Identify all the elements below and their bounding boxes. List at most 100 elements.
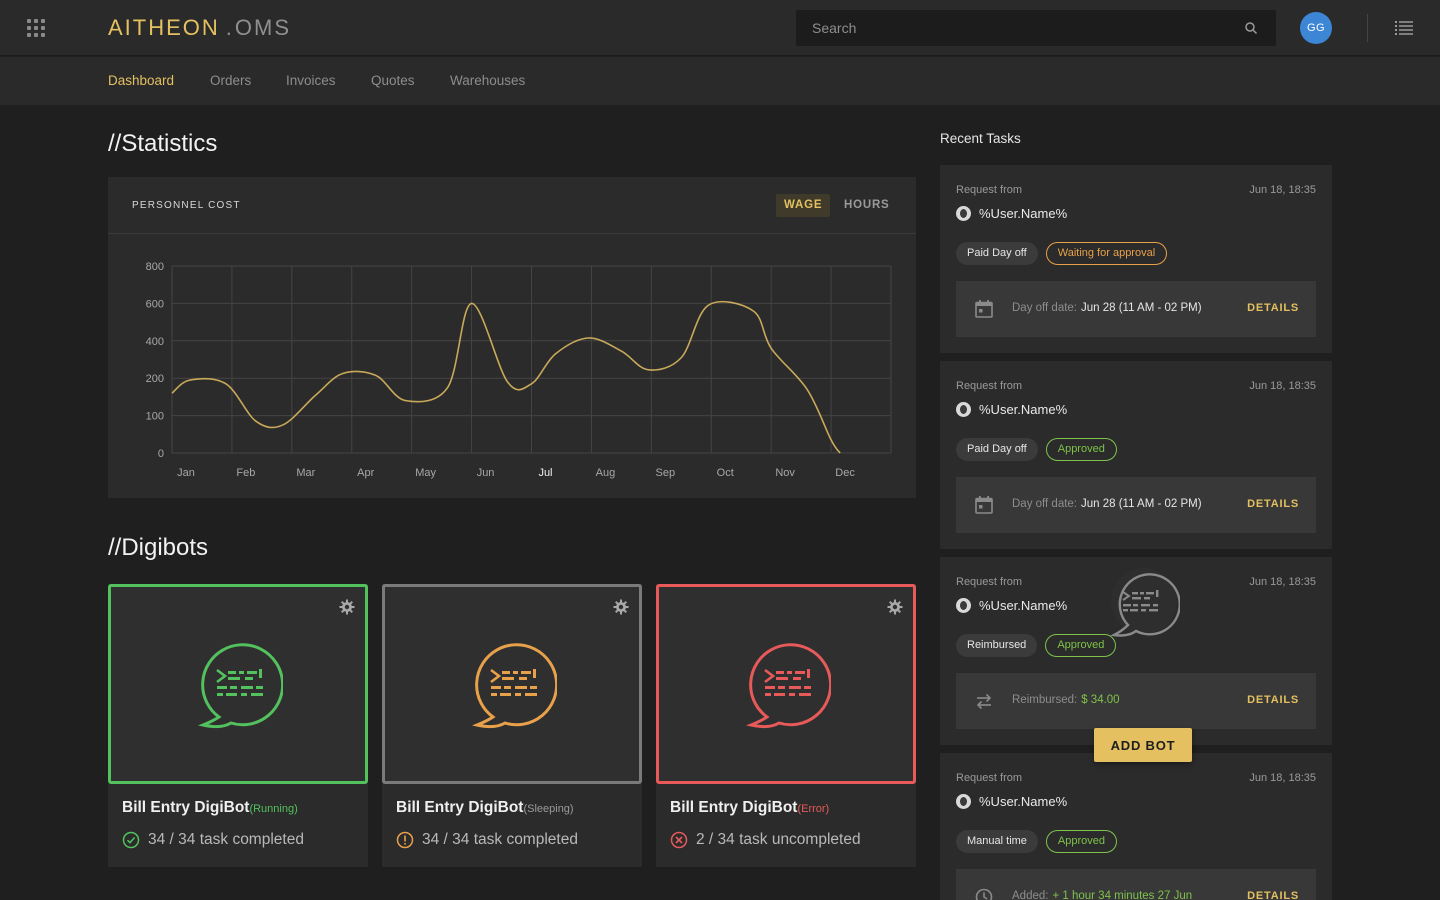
task-detail: Day off date: Jun 28 (11 AM - 02 PM) DETA… [956,281,1316,337]
bot-frame [108,584,368,784]
gear-icon[interactable] [339,599,355,615]
user-avatar [956,598,971,613]
hours-toggle[interactable]: HOURS [836,194,898,217]
digibot-card-running[interactable]: Bill Entry DigiBot(Running) 34 / 34 task… [108,584,368,867]
add-bot-button[interactable]: ADD BOT [1094,728,1192,762]
wage-toggle[interactable]: WAGE [776,194,831,217]
header-divider [1367,14,1368,42]
user-avatar [956,794,971,809]
check-circle-icon [122,831,140,849]
user-name: %User.Name% [979,402,1068,417]
task-time: Jun 18, 18:35 [1249,576,1316,588]
task-type-badge: Manual time [956,830,1038,853]
task-user[interactable]: %User.Name% [956,402,1067,417]
bot-frame [382,584,642,784]
detail-value: $ 34.00 [1081,694,1120,706]
x-tick-label: Jan [177,467,195,479]
status-badge: Approved [1045,438,1117,461]
task-type-badge: Paid Day off [956,242,1038,265]
detail-label-text: Day off date: [1012,302,1077,314]
task-user[interactable]: %User.Name% [956,206,1067,221]
nav-quotes[interactable]: Quotes [371,73,415,88]
task-time: Jun 18, 18:35 [1249,772,1316,784]
x-tick-label: May [415,467,436,479]
status-badge: Approved [1045,634,1117,657]
app-logo[interactable]: AITHEON .OMS [108,15,291,41]
logo-brand: AITHEON [108,15,220,40]
bot-frame [656,584,916,784]
calendar-icon [975,496,993,514]
task-detail: Reimbursed: $ 34.00 DETAILS [956,673,1316,729]
request-label: Request from [956,576,1023,588]
gear-icon[interactable] [613,599,629,615]
task-tags: Paid Day off Approved [956,438,1117,461]
bot-stat-text: 34 / 34 task completed [422,831,578,848]
calendar-icon [975,300,993,318]
detail-label: Day off date: Jun 28 (11 AM - 02 PM) [1012,302,1202,314]
digibots-title: //Digibots [108,534,209,561]
digibot-bubble-icon[interactable] [1108,567,1180,639]
x-tick-label: Aug [596,467,616,479]
bot-stat: 34 / 34 task completed [122,831,304,849]
user-name: %User.Name% [979,598,1068,613]
user-avatar[interactable]: GG [1300,12,1332,44]
detail-label-text: Added: [1012,890,1049,900]
task-tags: Reimbursed Approved [956,634,1117,657]
personnel-cost-chart: 0 100 200 400 600 800 Jan Feb Mar Apr May Jun Jul Aug… [146,261,892,479]
main-nav: Dashboard Orders Invoices Quotes Warehou… [0,57,1440,105]
bot-stat: 34 / 34 task completed [396,831,578,849]
search-input[interactable] [796,10,1276,46]
apps-grid-icon[interactable] [27,19,45,37]
nav-invoices[interactable]: Invoices [286,73,336,88]
gear-icon[interactable] [887,599,903,615]
detail-label-text: Day off date: [1012,498,1077,510]
request-label: Request from [956,184,1023,196]
error-circle-icon [670,831,688,849]
digibot-card-sleeping[interactable]: Bill Entry DigiBot(Sleeping) 34 / 34 tas… [382,584,642,867]
task-user[interactable]: %User.Name% [956,794,1067,809]
chart-title: PERSONNEL COST [132,200,241,211]
search-icon[interactable] [1244,21,1258,35]
bot-name: Bill Entry DigiBot(Error) [670,799,829,817]
status-badge: Approved [1045,830,1118,853]
statistics-title: //Statistics [108,130,218,157]
details-button[interactable]: DETAILS [1247,498,1299,510]
task-user[interactable]: %User.Name% [956,598,1067,613]
task-time: Jun 18, 18:35 [1249,184,1316,196]
bot-name-text: Bill Entry DigiBot [122,799,250,816]
x-tick-label: Nov [775,467,795,479]
recent-tasks-title: Recent Tasks [940,131,1021,146]
detail-value: Jun 28 (11 AM - 02 PM) [1081,302,1202,314]
digibot-chat-icon [197,643,283,729]
nav-dashboard[interactable]: Dashboard [108,73,174,88]
bot-name-text: Bill Entry DigiBot [670,799,798,816]
details-button[interactable]: DETAILS [1247,890,1299,900]
y-tick-label: 400 [146,336,164,348]
x-tick-label: Oct [717,467,734,479]
transfer-icon [976,693,992,710]
chart-header: PERSONNEL COST WAGE HOURS [108,177,916,234]
details-button[interactable]: DETAILS [1247,694,1299,706]
bot-state: (Running) [249,803,298,815]
digibot-card-error[interactable]: Bill Entry DigiBot(Error) 2 / 34 task un… [656,584,916,867]
y-tick-label: 0 [158,448,164,460]
list-menu-icon[interactable] [1395,20,1413,36]
search-box [796,10,1276,46]
x-tick-label: Mar [296,467,315,479]
bot-state: (Error) [797,803,830,815]
x-tick-label: Feb [236,467,255,479]
task-card: Request from Jun 18, 18:35 %User.Name% P… [940,165,1332,353]
x-tick-label: Sep [656,467,676,479]
request-label: Request from [956,380,1023,392]
detail-label: Added: + 1 hour 34 minutes 27 Jun [1012,890,1192,900]
personnel-cost-card: PERSONNEL COST WAGE HOURS 0 100 200 400 600 8… [108,177,916,498]
digibot-chat-icon [471,643,557,729]
nav-orders[interactable]: Orders [210,73,251,88]
nav-warehouses[interactable]: Warehouses [450,73,525,88]
detail-value: Jun 28 (11 AM - 02 PM) [1081,498,1202,510]
task-type-badge: Paid Day off [956,438,1038,461]
y-tick-label: 200 [146,373,164,385]
details-button[interactable]: DETAILS [1247,302,1299,314]
task-detail: Day off date: Jun 28 (11 AM - 02 PM) DETA… [956,477,1316,533]
warning-circle-icon [396,831,414,849]
